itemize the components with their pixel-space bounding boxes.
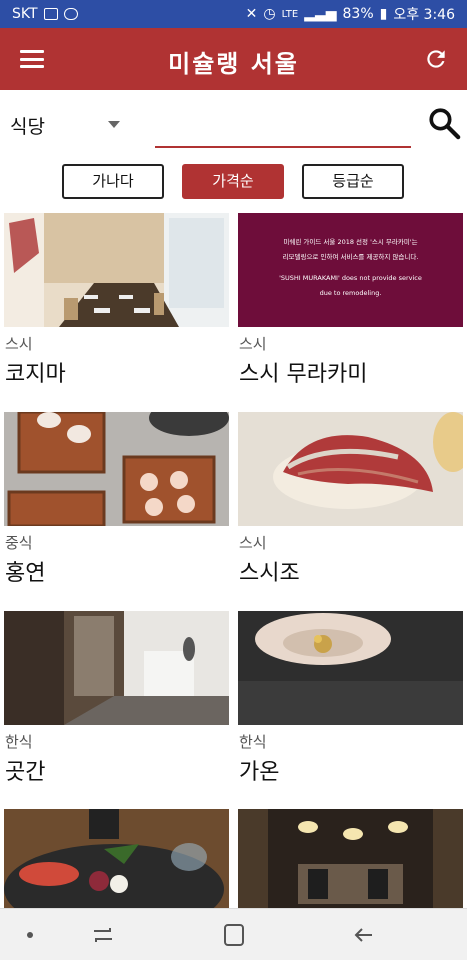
battery-icon: ▮ bbox=[379, 6, 388, 22]
restaurant-card[interactable]: 한식 가온 bbox=[238, 611, 463, 786]
remodeling-notice: 미쉐린 가이드 서울 2018 선정 '스시 무라카미'는 리모델링으로 인하여… bbox=[238, 213, 463, 327]
restaurant-name: 스시 무라카미 bbox=[239, 362, 368, 387]
search-input[interactable] bbox=[155, 108, 411, 148]
restaurant-category: 중식 bbox=[5, 534, 33, 552]
network-label: LTE bbox=[281, 8, 299, 20]
carrier-label: SKT bbox=[12, 6, 38, 22]
restaurant-category: 스시 bbox=[239, 335, 267, 353]
restaurant-card[interactable]: 스시 코지마 bbox=[4, 213, 229, 388]
restaurant-photo bbox=[238, 611, 463, 725]
signal-icon: ▂▃▅ bbox=[304, 6, 337, 22]
notice-line: due to remodeling. bbox=[319, 289, 382, 297]
restaurant-name: 코지마 bbox=[5, 362, 66, 387]
restaurant-photo bbox=[4, 809, 229, 908]
system-nav-bar bbox=[0, 908, 467, 960]
category-select[interactable]: 식당 bbox=[10, 112, 45, 139]
restaurant-category: 스시 bbox=[5, 335, 33, 353]
chevron-down-icon[interactable] bbox=[108, 121, 120, 128]
search-icon[interactable] bbox=[427, 106, 461, 140]
notice-line: 'SUSHI MURAKAMI' does not provide servic… bbox=[279, 274, 422, 282]
restaurant-card[interactable]: 중식 홍연 bbox=[4, 412, 229, 587]
restaurant-category: 한식 bbox=[239, 733, 267, 751]
search-row: 식당 bbox=[0, 90, 467, 158]
restaurant-card[interactable]: 스시 스시조 bbox=[238, 412, 463, 587]
restaurant-name: 가온 bbox=[239, 760, 280, 785]
restaurant-name: 곳간 bbox=[5, 760, 46, 785]
restaurant-card[interactable]: 한식 곳간 bbox=[4, 611, 229, 786]
app-bar: 미슐랭 서울 bbox=[0, 28, 467, 90]
restaurant-card[interactable] bbox=[238, 809, 463, 908]
restaurant-category: 스시 bbox=[239, 534, 267, 552]
notice-line: 미쉐린 가이드 서울 2018 선정 '스시 무라카미'는 bbox=[283, 238, 418, 246]
battery-label: 83% bbox=[342, 6, 374, 22]
home-icon[interactable] bbox=[219, 921, 249, 949]
notice-line: 리모델링으로 인하여 서비스를 제공하지 않습니다. bbox=[282, 253, 419, 261]
restaurant-photo bbox=[4, 412, 229, 526]
refresh-icon[interactable] bbox=[423, 46, 449, 72]
sort-alphabetical-button[interactable]: 가나다 bbox=[62, 164, 164, 199]
gallery-notification-icon bbox=[43, 8, 58, 20]
talk-notification-icon bbox=[63, 8, 78, 20]
alarm-icon: ◷ bbox=[263, 6, 276, 22]
restaurant-photo bbox=[238, 809, 463, 908]
app-title: 미슐랭 서울 bbox=[168, 49, 299, 78]
restaurant-photo bbox=[238, 412, 463, 526]
restaurant-card[interactable] bbox=[4, 809, 229, 908]
mute-icon: ✕ bbox=[245, 6, 258, 22]
sort-price-button[interactable]: 가격순 bbox=[182, 164, 284, 199]
restaurant-photo bbox=[4, 611, 229, 725]
restaurant-category: 한식 bbox=[5, 733, 33, 751]
sort-row: 가나다 가격순 등급순 bbox=[0, 164, 467, 202]
status-bar: SKT ✕ ◷ LTE ▂▃▅ 83% ▮ 오후 3:46 bbox=[0, 0, 467, 28]
restaurant-card[interactable]: 미쉐린 가이드 서울 2018 선정 '스시 무라카미'는 리모델링으로 인하여… bbox=[238, 213, 463, 388]
nav-dot-icon[interactable] bbox=[27, 932, 33, 938]
clock: 오후 3:46 bbox=[393, 7, 455, 23]
recents-icon[interactable] bbox=[88, 921, 118, 949]
restaurant-photo bbox=[4, 213, 229, 327]
restaurant-name: 홍연 bbox=[5, 561, 46, 586]
restaurant-grid: 스시 코지마 미쉐린 가이드 서울 2018 선정 '스시 무라카미'는 리모델… bbox=[0, 213, 467, 908]
sort-rating-button[interactable]: 등급순 bbox=[302, 164, 404, 199]
restaurant-name: 스시조 bbox=[239, 561, 300, 586]
back-icon[interactable] bbox=[350, 921, 380, 949]
